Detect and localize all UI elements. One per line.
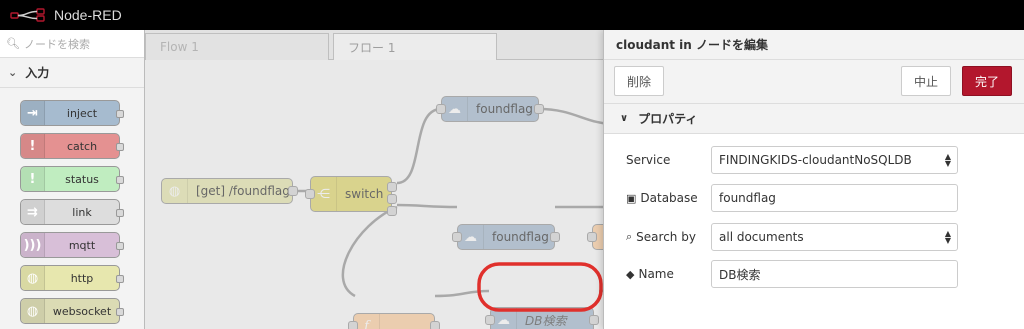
database-label-text: Database xyxy=(640,191,698,205)
tag-icon: ◆ xyxy=(626,267,635,281)
search-by-row: ⌕ Search by all documents ▲ ▼ xyxy=(604,222,1024,252)
name-label: ◆ Name xyxy=(626,267,674,281)
search-by-label: ⌕ Search by xyxy=(626,230,696,244)
properties-section-header[interactable]: ∨ プロパティ xyxy=(604,104,1024,134)
database-input[interactable]: foundflag xyxy=(711,184,958,212)
database-value: foundflag xyxy=(719,191,776,205)
search-icon: ⌕ xyxy=(626,230,633,243)
search-by-label-text: Search by xyxy=(636,230,696,244)
name-label-text: Name xyxy=(638,267,674,281)
briefcase-icon: ▣ xyxy=(626,191,637,205)
edit-tray: cloudant in ノードを編集 削除 中止 完了 ∨ プロパティ Serv… xyxy=(603,30,1024,329)
select-arrows-icon: ▲ ▼ xyxy=(944,152,951,168)
search-by-select[interactable]: all documents ▲ ▼ xyxy=(711,223,958,251)
select-arrows-icon: ▲ ▼ xyxy=(944,229,951,245)
database-label: ▣ Database xyxy=(626,191,698,205)
name-input[interactable]: DB検索 xyxy=(711,260,958,288)
tray-title: cloudant in ノードを編集 xyxy=(604,30,1024,60)
chevron-down-icon: ∨ xyxy=(620,113,629,124)
done-button[interactable]: 完了 xyxy=(962,66,1013,96)
service-select[interactable]: FINDINGKIDS-cloudantNoSQLDB ▲ ▼ xyxy=(711,146,958,174)
service-row: Service FINDINGKIDS-cloudantNoSQLDB ▲ ▼ xyxy=(604,145,1024,175)
section-label: プロパティ xyxy=(638,112,698,126)
tray-toolbar: 削除 中止 完了 xyxy=(604,60,1024,104)
database-row: ▣ Database foundflag xyxy=(604,183,1024,213)
name-row: ◆ Name DB検索 xyxy=(604,259,1024,289)
name-value: DB検索 xyxy=(719,267,761,282)
delete-button[interactable]: 削除 xyxy=(614,66,665,96)
service-value: FINDINGKIDS-cloudantNoSQLDB xyxy=(719,153,912,167)
cancel-button[interactable]: 中止 xyxy=(901,66,952,96)
service-label: Service xyxy=(626,153,671,167)
search-by-value: all documents xyxy=(719,230,804,244)
